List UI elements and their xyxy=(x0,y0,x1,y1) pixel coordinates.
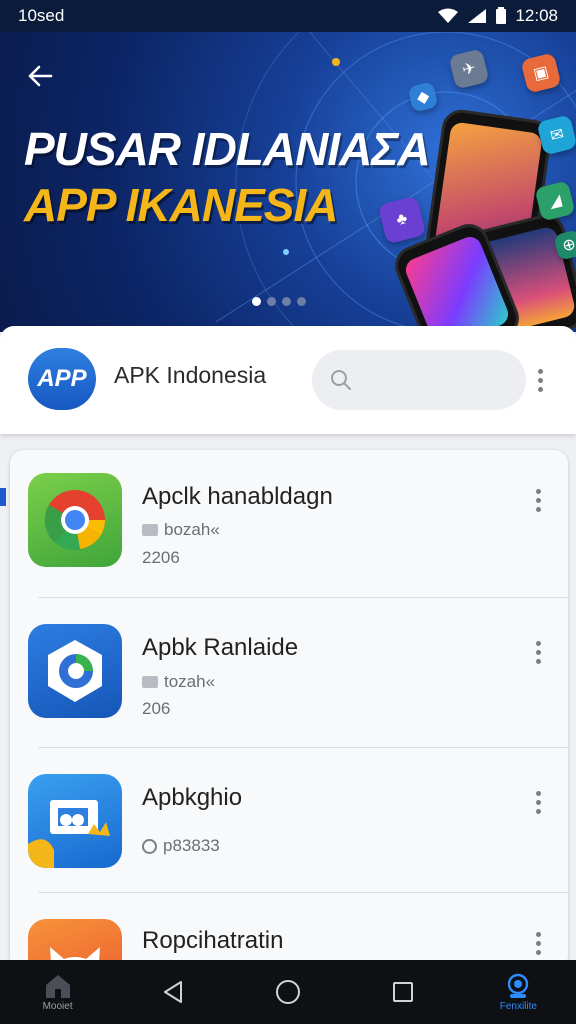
battery-icon xyxy=(496,7,507,24)
more-vert-icon-dot xyxy=(537,386,543,392)
search-icon xyxy=(331,370,351,390)
more-vert-icon-dot xyxy=(535,949,541,955)
edge-accent xyxy=(0,488,6,506)
arrow-left-icon xyxy=(28,65,53,87)
app-meta-text: bozah« xyxy=(164,520,220,539)
chrome-icon xyxy=(28,473,122,567)
signal-icon xyxy=(468,9,487,23)
more-vert-icon-dot xyxy=(535,808,541,814)
more-vert-icon-dot xyxy=(535,649,541,655)
status-left-text: 10sed xyxy=(18,6,65,25)
list-item[interactable]: Apbk Ranlaide tozah« 206 xyxy=(10,600,568,750)
meta-badge xyxy=(142,524,158,536)
wifi-icon xyxy=(438,8,459,23)
nav-back-button[interactable] xyxy=(128,960,218,1024)
profile-icon xyxy=(508,973,529,998)
triangle-back-icon xyxy=(163,981,182,1003)
list-item[interactable]: Apbkghio p83833 xyxy=(10,750,568,900)
more-vert-icon-dot xyxy=(535,940,541,946)
status-icons: 12:08 xyxy=(437,6,558,26)
nav-home-label: Mooiet xyxy=(42,1000,73,1012)
more-vert-icon xyxy=(535,931,541,937)
app-meta-text: p83833 xyxy=(163,836,220,855)
app-title: Ropcihatratin xyxy=(142,927,284,954)
carousel-dot[interactable] xyxy=(252,297,261,306)
app-meta-text: tozah« xyxy=(164,672,216,691)
more-vert-icon xyxy=(537,368,543,374)
back-button[interactable] xyxy=(20,56,60,96)
navigation-bar: Mooiet Fenxilite xyxy=(0,960,576,1024)
status-bar: 10sed 12:08 xyxy=(0,0,576,32)
more-vert-icon-dot xyxy=(537,377,543,383)
nav-profile-label: Fenxilite xyxy=(499,1000,537,1012)
hero-banner[interactable]: PUSAR IDLANIAΣA APP IKANESIA ✈ ▣ ◆ ✉ ♣ ◢… xyxy=(0,32,576,332)
app-name: APK Indonesia xyxy=(114,362,267,388)
nav-recents-button[interactable] xyxy=(358,960,448,1024)
list-item[interactable]: Apclk hanabldagn bozah« 2206 xyxy=(10,450,568,600)
item-menu-button[interactable] xyxy=(526,925,550,961)
header-menu-button[interactable] xyxy=(528,362,552,398)
app-list: Apclk hanabldagn bozah« 2206 Apbk Ranlai… xyxy=(10,450,568,970)
item-menu-button[interactable] xyxy=(526,634,550,670)
divider xyxy=(38,892,568,893)
circle-home-icon xyxy=(275,980,300,1004)
nav-home-button[interactable] xyxy=(243,960,333,1024)
app-title: Apbk Ranlaide xyxy=(142,634,299,661)
app-logo: APP xyxy=(28,348,96,410)
divider xyxy=(38,747,568,748)
more-vert-icon-dot xyxy=(535,497,541,503)
app-meta: bozah« xyxy=(142,520,220,540)
more-vert-icon-dot xyxy=(535,799,541,805)
puzzle-app-icon xyxy=(28,774,122,868)
divider xyxy=(38,597,568,598)
app-title: Apclk hanabldagn xyxy=(142,483,333,510)
carousel-indicator[interactable] xyxy=(252,297,306,306)
carousel-dot[interactable] xyxy=(282,297,291,306)
more-vert-icon xyxy=(535,488,541,494)
item-menu-button[interactable] xyxy=(526,482,550,518)
status-time: 12:08 xyxy=(515,6,558,25)
more-vert-icon xyxy=(535,640,541,646)
list-item[interactable]: Ropcihatratin xyxy=(10,895,568,970)
app-size: 2206 xyxy=(142,548,180,567)
search-input[interactable] xyxy=(360,369,520,391)
hero-title-line2: APP IKANESIA xyxy=(24,179,338,231)
app-size: 206 xyxy=(142,699,171,718)
more-vert-icon-dot xyxy=(535,658,541,664)
shield-app-icon xyxy=(28,624,122,718)
search-bar[interactable] xyxy=(312,350,526,410)
meta-badge xyxy=(142,838,157,854)
meta-badge xyxy=(142,676,158,688)
item-menu-button[interactable] xyxy=(526,784,550,820)
nav-profile[interactable]: Fenxilite xyxy=(473,960,563,1024)
nav-home[interactable]: Mooiet xyxy=(13,960,103,1024)
carousel-dot[interactable] xyxy=(297,297,306,306)
square-recents-icon xyxy=(393,982,414,1002)
app-meta: p83833 xyxy=(142,836,220,856)
app-meta: tozah« xyxy=(142,672,215,692)
app-title: Apbkghio xyxy=(142,784,243,811)
more-vert-icon xyxy=(535,790,541,796)
carousel-dot[interactable] xyxy=(267,297,276,306)
hero-title-line1: PUSAR IDLANIAΣA xyxy=(24,123,431,175)
more-vert-icon-dot xyxy=(535,506,541,512)
home-icon xyxy=(45,974,70,998)
